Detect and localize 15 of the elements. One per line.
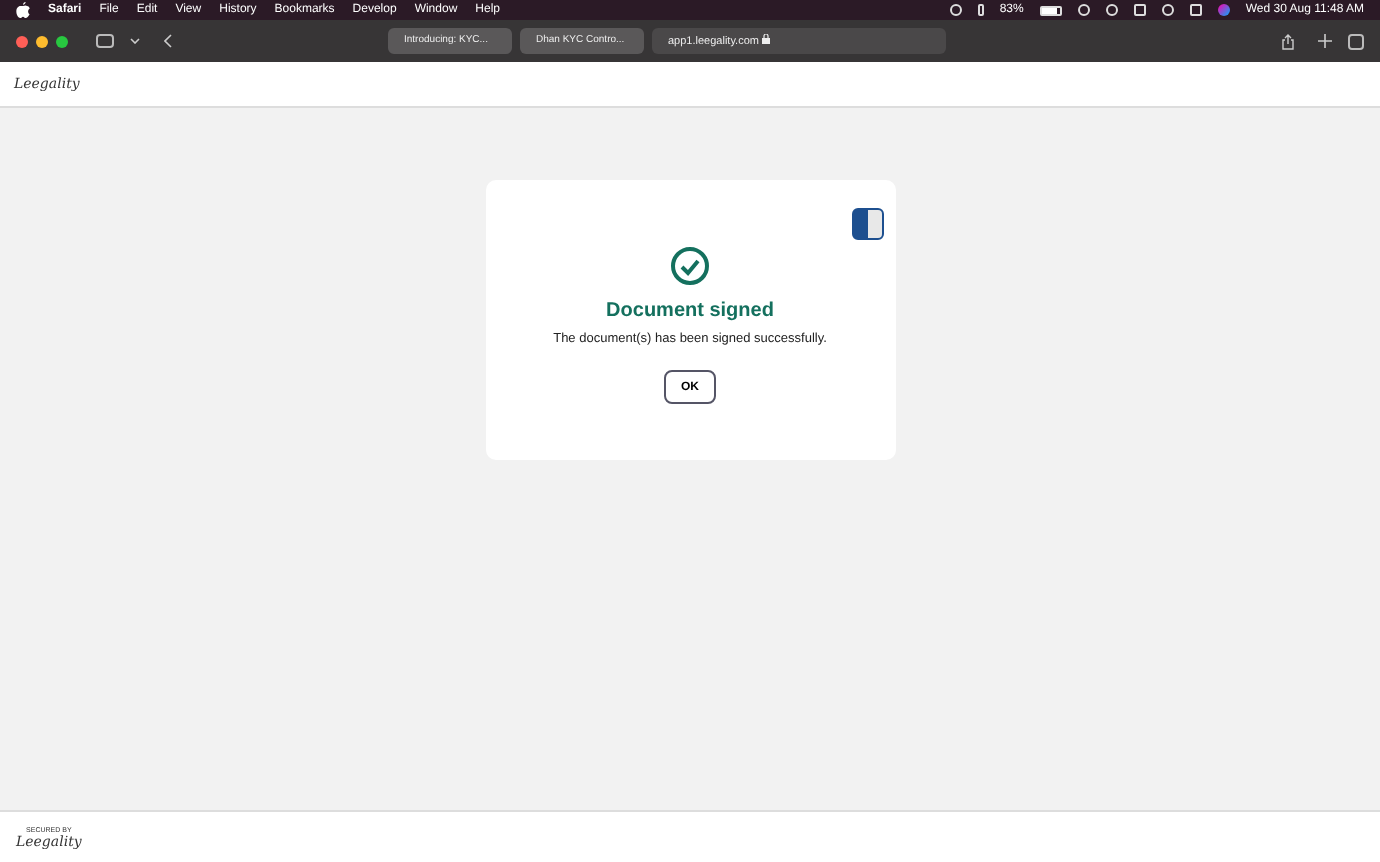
dialog-title: Document signed xyxy=(606,300,774,322)
apple-icon[interactable] xyxy=(16,2,30,18)
check-circle-icon xyxy=(670,246,710,286)
share-icon[interactable] xyxy=(1282,33,1294,49)
minimize-button[interactable] xyxy=(36,35,48,47)
plus-icon[interactable] xyxy=(1318,34,1332,48)
chevron-down-icon[interactable] xyxy=(130,38,140,44)
zoom-button[interactable] xyxy=(56,35,68,47)
tabs-overview-icon[interactable] xyxy=(1348,33,1364,49)
close-button[interactable] xyxy=(16,35,28,47)
sidebar-icon[interactable] xyxy=(96,34,114,48)
battery-icon[interactable] xyxy=(1039,5,1062,15)
back-icon[interactable] xyxy=(164,34,172,48)
siri-icon[interactable] xyxy=(1217,4,1230,16)
translate-icon[interactable] xyxy=(851,208,883,240)
